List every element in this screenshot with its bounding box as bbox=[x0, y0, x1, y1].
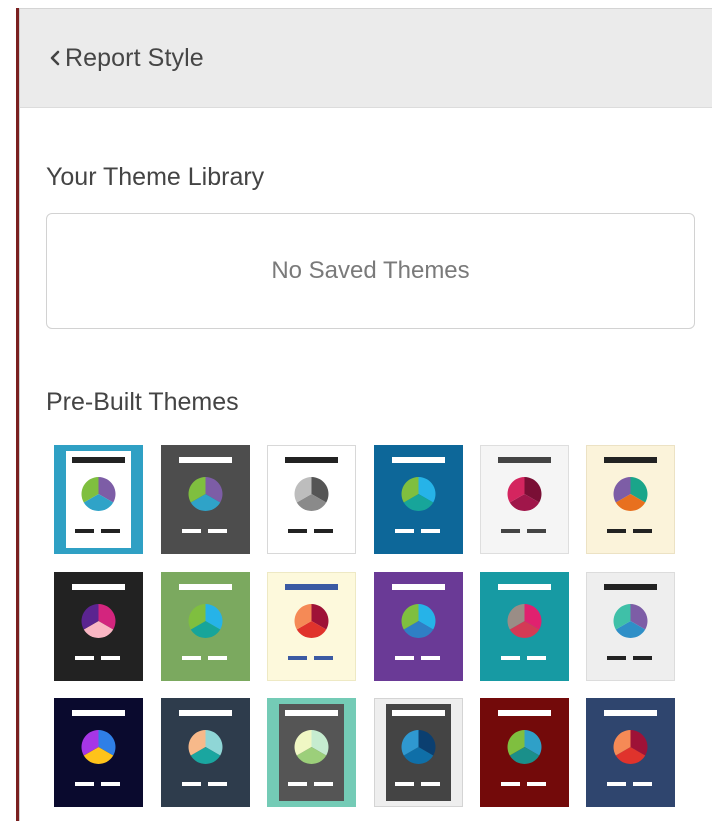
theme-preview-icon bbox=[480, 698, 569, 807]
theme-thumbnail-1[interactable] bbox=[54, 445, 143, 554]
theme-thumbnail-11[interactable] bbox=[480, 572, 569, 681]
chevron-left-icon bbox=[50, 50, 60, 66]
theme-preview-icon bbox=[586, 698, 675, 807]
theme-library-title: Your Theme Library bbox=[46, 163, 265, 191]
theme-preview-icon bbox=[161, 445, 250, 554]
theme-library-empty-state: No Saved Themes bbox=[46, 213, 695, 329]
theme-thumbnail-17[interactable] bbox=[480, 698, 569, 807]
theme-thumbnail-8[interactable] bbox=[161, 572, 250, 681]
theme-thumbnail-3[interactable] bbox=[267, 445, 356, 554]
empty-state-text: No Saved Themes bbox=[271, 257, 470, 284]
theme-preview-icon bbox=[161, 698, 250, 807]
theme-thumbnail-10[interactable] bbox=[374, 572, 463, 681]
theme-preview-icon bbox=[54, 445, 143, 554]
theme-preview-icon bbox=[374, 572, 463, 681]
theme-preview-icon bbox=[267, 572, 356, 681]
theme-thumbnail-16[interactable] bbox=[374, 698, 463, 807]
theme-thumbnail-6[interactable] bbox=[586, 445, 675, 554]
theme-preview-icon bbox=[586, 445, 675, 554]
theme-thumbnail-4[interactable] bbox=[374, 445, 463, 554]
back-button[interactable]: Report Style bbox=[47, 44, 204, 73]
theme-thumbnail-18[interactable] bbox=[586, 698, 675, 807]
report-style-panel: Report Style Your Theme Library No Saved… bbox=[0, 0, 712, 821]
theme-preview-icon bbox=[374, 445, 463, 554]
theme-preview-icon bbox=[54, 572, 143, 681]
theme-thumbnail-5[interactable] bbox=[480, 445, 569, 554]
theme-preview-icon bbox=[374, 698, 463, 807]
panel-header: Report Style bbox=[20, 9, 712, 108]
theme-preview-icon bbox=[480, 572, 569, 681]
back-button-label: Report Style bbox=[65, 43, 204, 72]
theme-thumbnail-13[interactable] bbox=[54, 698, 143, 807]
theme-preview-icon bbox=[267, 698, 356, 807]
theme-preview-icon bbox=[267, 445, 356, 554]
theme-thumbnail-2[interactable] bbox=[161, 445, 250, 554]
prebuilt-themes-title: Pre-Built Themes bbox=[46, 388, 239, 416]
window-left-edge-line bbox=[19, 8, 20, 821]
theme-thumbnail-9[interactable] bbox=[267, 572, 356, 681]
theme-preview-icon bbox=[54, 698, 143, 807]
prebuilt-themes-grid bbox=[54, 445, 678, 810]
theme-preview-icon bbox=[480, 445, 569, 554]
theme-thumbnail-15[interactable] bbox=[267, 698, 356, 807]
theme-thumbnail-14[interactable] bbox=[161, 698, 250, 807]
theme-thumbnail-7[interactable] bbox=[54, 572, 143, 681]
theme-preview-icon bbox=[161, 572, 250, 681]
theme-thumbnail-12[interactable] bbox=[586, 572, 675, 681]
theme-preview-icon bbox=[586, 572, 675, 681]
